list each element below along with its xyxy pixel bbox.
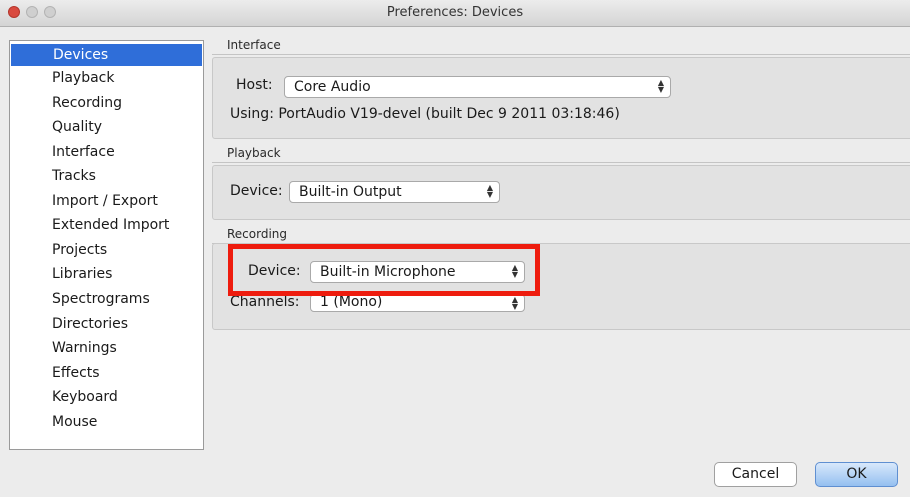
playback-section-heading: Playback xyxy=(227,146,281,160)
sidebar-item-projects[interactable]: Projects xyxy=(10,239,203,261)
sidebar-item-quality[interactable]: Quality xyxy=(10,116,203,138)
cancel-button[interactable]: Cancel xyxy=(714,462,797,487)
window-title: Preferences: Devices xyxy=(386,5,524,20)
recording-section-heading: Recording xyxy=(227,227,288,241)
playback-device-value: Built-in Output xyxy=(299,184,402,200)
sidebar-item-tracks[interactable]: Tracks xyxy=(10,165,203,187)
sidebar-item-keyboard[interactable]: Keyboard xyxy=(10,386,203,408)
host-select-value: Core Audio xyxy=(294,79,371,95)
preferences-category-list: Devices Playback Recording Quality Inter… xyxy=(9,40,204,450)
channels-value: 1 (Mono) xyxy=(320,294,383,310)
sidebar-item-directories[interactable]: Directories xyxy=(10,313,203,335)
host-label: Host: xyxy=(236,77,273,93)
ok-button[interactable]: OK xyxy=(815,462,898,487)
title-bar: Preferences: Devices xyxy=(0,0,910,27)
interface-panel xyxy=(212,57,910,139)
interface-section-heading: Interface xyxy=(227,38,281,52)
sidebar-item-playback[interactable]: Playback xyxy=(10,67,203,89)
sidebar-item-spectrograms[interactable]: Spectrograms xyxy=(10,288,203,310)
channels-label: Channels: xyxy=(230,294,300,310)
section-divider xyxy=(212,54,910,55)
portaudio-info-text: Using: PortAudio V19-devel (built Dec 9 … xyxy=(230,106,620,122)
sidebar-item-recording[interactable]: Recording xyxy=(10,92,203,114)
sidebar-item-libraries[interactable]: Libraries xyxy=(10,263,203,285)
sidebar-item-devices[interactable]: Devices xyxy=(11,44,202,66)
host-select[interactable]: Core Audio ▲ ▼ xyxy=(284,76,671,98)
updown-arrows-icon: ▲ ▼ xyxy=(511,295,518,311)
sidebar-item-extended-import[interactable]: Extended Import xyxy=(10,214,203,236)
sidebar-item-interface[interactable]: Interface xyxy=(10,141,203,163)
playback-device-select[interactable]: Built-in Output ▲ ▼ xyxy=(289,181,500,203)
sidebar-item-effects[interactable]: Effects xyxy=(10,362,203,384)
updown-arrows-icon: ▲ ▼ xyxy=(657,78,664,94)
sidebar-item-mouse[interactable]: Mouse xyxy=(10,411,203,433)
updown-arrows-icon: ▲ ▼ xyxy=(486,183,493,199)
sidebar-item-import-export[interactable]: Import / Export xyxy=(10,190,203,212)
section-divider xyxy=(212,162,910,163)
annotation-highlight-box xyxy=(228,244,540,296)
playback-device-label: Device: xyxy=(230,183,283,199)
sidebar-item-warnings[interactable]: Warnings xyxy=(10,337,203,359)
channels-select[interactable]: 1 (Mono) ▲ ▼ xyxy=(310,294,525,312)
preferences-window: Preferences: Devices Devices Playback Re… xyxy=(0,0,910,497)
